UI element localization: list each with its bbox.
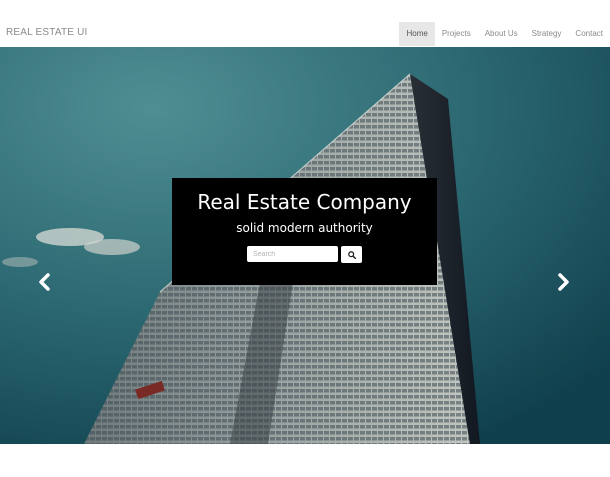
main-nav: Home Projects About Us Strategy Contact xyxy=(399,22,610,46)
hero-caption-box: Real Estate Company solid modern authori… xyxy=(172,178,437,285)
search-input[interactable] xyxy=(247,246,338,262)
carousel-next-button[interactable] xyxy=(557,273,571,296)
nav-item-home[interactable]: Home xyxy=(399,22,435,46)
carousel-prev-button[interactable] xyxy=(37,273,51,296)
nav-item-about-us[interactable]: About Us xyxy=(478,22,525,46)
nav-item-contact[interactable]: Contact xyxy=(568,22,610,46)
nav-item-projects[interactable]: Projects xyxy=(435,22,478,46)
search-icon xyxy=(347,250,356,259)
navbar: REAL ESTATE UI Home Projects About Us St… xyxy=(0,0,610,46)
chevron-right-icon xyxy=(558,273,569,291)
search-button[interactable] xyxy=(341,246,362,263)
chevron-left-icon xyxy=(39,273,50,291)
brand-logo-text[interactable]: REAL ESTATE UI xyxy=(6,27,88,39)
hero-subtitle: solid modern authority xyxy=(236,221,373,235)
nav-item-strategy[interactable]: Strategy xyxy=(525,22,569,46)
hero-title: Real Estate Company xyxy=(197,190,412,214)
